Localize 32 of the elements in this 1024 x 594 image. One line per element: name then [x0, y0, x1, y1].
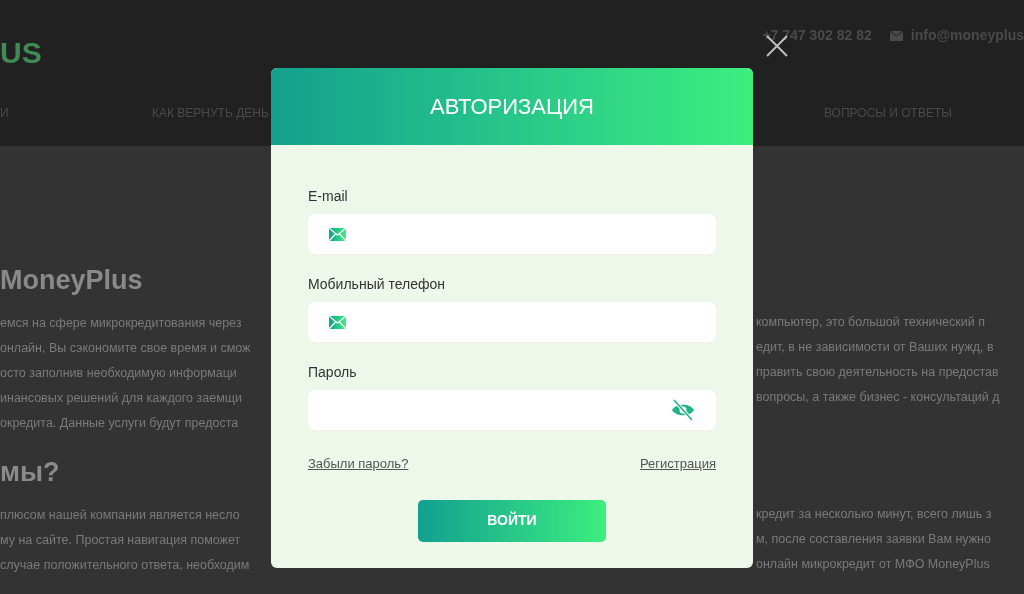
- register-link[interactable]: Регистрация: [640, 454, 716, 474]
- section-heading: MoneyPlus: [0, 264, 143, 296]
- paragraph-text: вопросы, а также бизнес - консультаций д: [756, 388, 1000, 406]
- section-heading: мы?: [0, 456, 60, 488]
- paragraph-text: случае положительного ответа, необходим: [0, 558, 250, 572]
- input-field[interactable]: [308, 302, 716, 342]
- paragraph-text: онлайн микрокредит от МФО MoneyPlus: [756, 555, 990, 573]
- paragraph-text: му на сайте. Простая навигация поможет: [0, 533, 241, 547]
- envelope-icon: [889, 30, 903, 41]
- dialog-title: АВТОРИЗАЦИЯ: [430, 93, 594, 121]
- input-field[interactable]: [308, 390, 716, 430]
- paragraph-text: плюсом нашей компании является несло: [0, 508, 240, 522]
- paragraph-text: осто заполнив необходимую информаци: [0, 366, 237, 380]
- paragraph-text: едит, в не зависимости от Ваших нужд, в: [756, 338, 994, 356]
- field-label: E-mail: [308, 187, 349, 206]
- paragraph-text: емся на сфере микрокредитования через: [0, 316, 242, 330]
- paragraph-text: компьютер, это большой технический п: [756, 313, 985, 331]
- paragraph-text: окредита. Данные услуги будут предоста: [0, 416, 239, 430]
- paragraph-text: править свою деятельность на предостав: [756, 363, 999, 381]
- envelope-icon: [329, 227, 346, 241]
- input-field[interactable]: [308, 214, 716, 254]
- envelope-icon: [329, 315, 346, 329]
- paragraph-text: м, после составления заявки Вам нужно: [756, 530, 991, 548]
- forgot-password-link[interactable]: Забыли пароль?: [308, 454, 409, 474]
- login-button[interactable]: ВОЙТИ: [418, 499, 606, 542]
- field-label: Мобильный телефон: [308, 275, 446, 294]
- eye-slash-icon[interactable]: [671, 399, 695, 421]
- paragraph-text: онлайн, Вы сэкономите свое время и смож: [0, 341, 251, 355]
- logo-text: US: [0, 35, 42, 71]
- paragraph-text: кредит за несколько минут, всего лишь з: [756, 505, 992, 523]
- paragraph-text: инансовых решений для каждого заемщи: [0, 391, 242, 405]
- field-label: Пароль: [308, 363, 358, 382]
